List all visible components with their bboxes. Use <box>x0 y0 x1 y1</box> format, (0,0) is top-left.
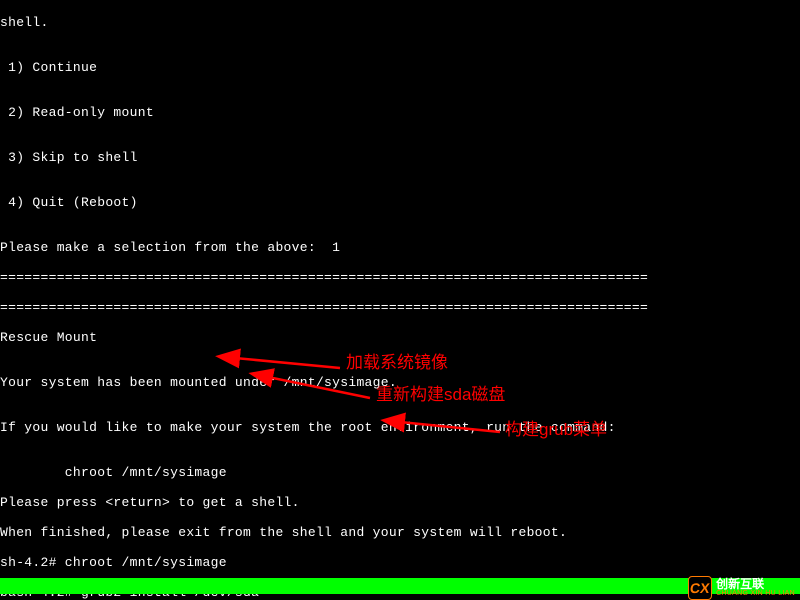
watermark-logo-text: CX <box>689 581 711 596</box>
shell-prompt[interactable]: sh-4.2# chroot /mnt/sysimage <box>0 555 800 570</box>
watermark-cn: 创新互联 <box>716 578 795 590</box>
divider: ========================================… <box>0 270 800 285</box>
menu-option-quit[interactable]: 4) Quit (Reboot) <box>0 195 800 210</box>
selection-prompt: Please make a selection from the above: … <box>0 240 800 255</box>
menu-option-continue[interactable]: 1) Continue <box>0 60 800 75</box>
watermark-text: 创新互联 CHUANG XIN HU LIAN <box>716 578 795 598</box>
instruction: When finished, please exit from the shel… <box>0 525 800 540</box>
watermark-en: CHUANG XIN HU LIAN <box>716 590 795 598</box>
menu-option-shell[interactable]: 3) Skip to shell <box>0 150 800 165</box>
instruction: Please press <return> to get a shell. <box>0 495 800 510</box>
menu-option-readonly[interactable]: 2) Read-only mount <box>0 105 800 120</box>
instruction-command: chroot /mnt/sysimage <box>0 465 800 480</box>
line: shell. <box>0 15 800 30</box>
instruction: If you would like to make your system th… <box>0 420 800 435</box>
terminal-output: shell. 1) Continue 2) Read-only mount 3)… <box>0 0 800 600</box>
watermark: CX 创新互联 CHUANG XIN HU LIAN <box>688 577 795 599</box>
mount-message: Your system has been mounted under /mnt/… <box>0 375 800 390</box>
watermark-logo-icon: CX <box>688 576 712 600</box>
divider: ========================================… <box>0 300 800 315</box>
section-title: Rescue Mount <box>0 330 800 345</box>
tmux-status-bar[interactable]: [anaconda] 1:main* 2:shell 3:log 4:stora… <box>0 578 800 594</box>
